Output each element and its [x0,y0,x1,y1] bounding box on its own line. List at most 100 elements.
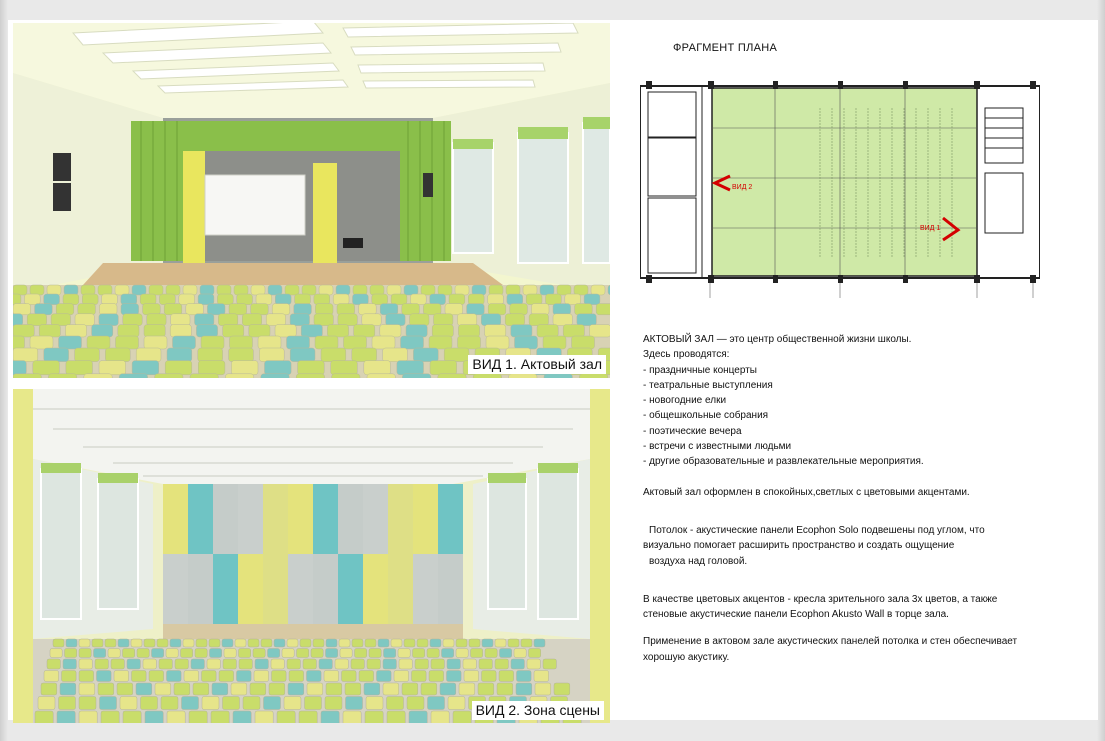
seat [324,696,343,710]
seat [32,360,60,376]
seat [481,670,497,682]
seat [265,313,286,326]
seat [382,347,408,362]
seat [24,293,41,305]
seat [350,658,365,670]
auditorium-render-1 [13,23,610,378]
seat [48,373,78,378]
seat [310,648,324,658]
seat [313,293,330,305]
seat [386,710,406,723]
seat [275,293,292,305]
seat [583,293,601,305]
seat [397,648,411,658]
wall-panel [288,554,313,624]
seat [457,335,481,350]
seat [254,710,274,723]
seat [484,648,498,658]
seat [543,373,573,378]
seat [74,347,100,362]
seat [353,324,376,338]
seat [13,347,39,362]
seat [223,648,237,658]
seat [159,293,176,305]
seat [509,303,528,316]
seat [13,313,23,326]
seat [62,658,77,670]
seat [463,670,479,682]
seat [390,638,403,648]
seat [306,670,322,682]
seat [228,303,247,316]
seat [63,284,79,296]
seat [499,648,512,658]
seat [257,335,282,350]
seat [172,335,196,350]
wall-panel [263,484,288,554]
seat [429,360,457,376]
seat [208,638,221,648]
seat [439,682,457,696]
auditorium-render-2 [13,389,610,723]
wall-panel [438,554,463,624]
seat [304,696,322,710]
seat [297,360,325,376]
seat [29,284,45,296]
seat [363,360,391,376]
seat [386,284,402,296]
seat [143,335,168,350]
seat [455,648,469,658]
seat [13,293,22,305]
seat [194,313,215,326]
seat [573,284,589,296]
seat [156,638,169,648]
wall-panel [188,554,213,624]
seat [315,303,334,316]
seat [207,303,226,316]
wall-panel [363,484,388,554]
seat [43,293,60,305]
seat [78,638,91,648]
seat [61,670,77,682]
wall-panel [338,554,363,624]
seat [446,670,462,682]
seat [55,303,75,316]
list-item: - встречи с известными людьми [643,441,792,453]
seat [287,682,305,696]
seat [401,303,420,316]
seat [286,335,310,350]
seat [46,284,62,296]
seat [115,335,139,350]
wall-base [163,624,463,639]
seat [98,313,119,326]
seat [284,284,300,296]
seat [222,658,237,670]
seat [173,682,191,696]
seat [52,638,65,648]
seat [135,347,162,362]
seat [43,347,69,362]
seat [454,284,470,296]
floor-plan: ВИД 2 ВИД 1 [640,81,1040,298]
seat [94,658,109,670]
seat [358,670,374,682]
seat [118,373,148,378]
seat [339,648,353,658]
seat [443,347,470,362]
seat [334,658,349,670]
seat [38,324,61,338]
seat [101,293,118,305]
seat [139,293,157,305]
seat [525,293,543,305]
seat [335,284,351,296]
seat [78,710,98,723]
seat [325,638,338,648]
desc-intro: АКТОВЫЙ ЗАЛ — это центр общественной жиз… [643,334,912,345]
seat [201,696,220,710]
seat [320,710,340,723]
seat [198,360,226,376]
seat [218,670,234,682]
seat [143,638,156,648]
seat [166,670,182,682]
seat [78,658,93,670]
